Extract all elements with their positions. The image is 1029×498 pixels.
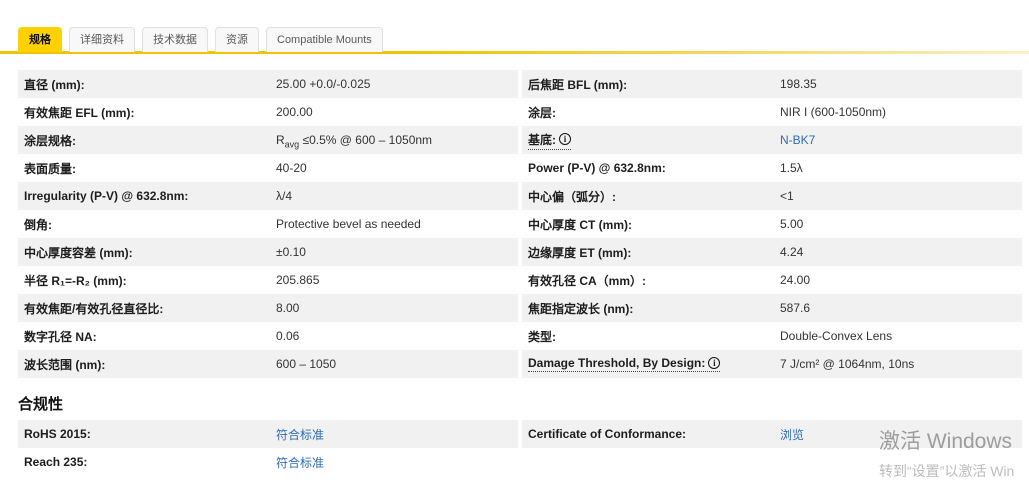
spec-label: RoHS 2015: [24, 427, 91, 441]
spec-value: Ravg ≤0.5% @ 600 – 1050nm [276, 133, 433, 150]
spec-value: N-BK7 [780, 133, 815, 147]
spec-row-centration: 中心偏（弧分）: <1 [522, 182, 1022, 210]
spec-label: 焦距指定波长 (nm): [528, 301, 634, 316]
spec-row-surface-quality: 表面质量: 40-20 [18, 154, 518, 182]
spec-label: 基底: [522, 131, 780, 150]
spec-row-coating: 涂层: NIR I (600-1050nm) [522, 98, 1022, 126]
spec-row-coating-spec: 涂层规格: Ravg ≤0.5% @ 600 – 1050nm [18, 126, 518, 154]
spec-value: Protective bevel as needed [276, 217, 421, 231]
spec-value: 587.6 [780, 301, 811, 315]
compliance-row-reach: Reach 235: 符合标准 [18, 448, 518, 476]
spec-row-design-wavelength: 焦距指定波长 (nm): 587.6 [522, 294, 1022, 322]
spec-row-ct-tolerance: 中心厚度容差 (mm): ±0.10 [18, 238, 518, 266]
compliance-column-left: RoHS 2015: 符合标准 Reach 235: 符合标准 [18, 420, 518, 476]
spec-label: 波长范围 (nm): [24, 357, 106, 372]
spec-label: 涂层规格: [24, 133, 76, 148]
compliance-row-coc: Certificate of Conformance: 浏览 [522, 420, 1022, 448]
spec-value: 1.5λ [780, 161, 803, 175]
spec-row-na: 数字孔径 NA: 0.06 [18, 322, 518, 350]
spec-label: Irregularity (P-V) @ 632.8nm: [24, 189, 189, 203]
spec-table: 直径 (mm): 25.00 +0.0/-0.025 有效焦距 EFL (mm)… [18, 70, 1022, 378]
spec-value: 8.00 [276, 301, 300, 315]
rohs-compliant-link[interactable]: 符合标准 [276, 428, 324, 442]
spec-label: 数字孔径 NA: [24, 329, 97, 344]
spec-column-left: 直径 (mm): 25.00 +0.0/-0.025 有效焦距 EFL (mm)… [18, 70, 518, 378]
spec-value: 600 – 1050 [276, 357, 337, 371]
compliance-section-title: 合规性 [18, 396, 64, 413]
spec-value: 5.00 [780, 217, 804, 231]
spec-value: 200.00 [276, 105, 313, 119]
spec-value: NIR I (600-1050nm) [780, 105, 887, 119]
spec-row-wavelength-range: 波长范围 (nm): 600 – 1050 [18, 350, 518, 378]
spec-row-irregularity: Irregularity (P-V) @ 632.8nm: λ/4 [18, 182, 518, 210]
spec-value: 7 J/cm² @ 1064nm, 10ns [780, 357, 915, 371]
spec-value: <1 [780, 189, 794, 203]
spec-row-substrate: 基底: N-BK7 [522, 126, 1022, 154]
spec-label: 有效焦距 EFL (mm): [24, 105, 135, 120]
spec-label: Damage Threshold, By Design: [522, 356, 780, 372]
spec-row-bevel: 倒角: Protective bevel as needed [18, 210, 518, 238]
spec-label: 后焦距 BFL (mm): [528, 77, 628, 92]
spec-label: 倒角: [24, 217, 52, 232]
spec-row-ct: 中心厚度 CT (mm): 5.00 [522, 210, 1022, 238]
spec-label: 中心厚度 CT (mm): [528, 217, 632, 232]
coc-view-link[interactable]: 浏览 [780, 428, 804, 442]
spec-value: 0.06 [276, 329, 300, 343]
spec-value: 浏览 [780, 426, 804, 443]
compliance-row-rohs: RoHS 2015: 符合标准 [18, 420, 518, 448]
tab-details[interactable]: 详细资料 [69, 27, 135, 52]
substrate-link[interactable]: N-BK7 [780, 133, 815, 147]
spec-value: 205.865 [276, 273, 320, 287]
spec-label: Power (P-V) @ 632.8nm: [528, 161, 666, 175]
spec-value: ±0.10 [276, 245, 306, 259]
spec-row-type: 类型: Double-Convex Lens [522, 322, 1022, 350]
spec-value: 24.00 [780, 273, 811, 287]
spec-label: 涂层: [528, 105, 556, 120]
spec-label: 半径 R₁=-R₂ (mm): [24, 273, 127, 288]
compliance-column-right: Certificate of Conformance: 浏览 [522, 420, 1022, 476]
spec-value: 40-20 [276, 161, 307, 175]
spec-label: Reach 235: [24, 455, 88, 469]
spec-label-text: 基底: [528, 132, 556, 147]
spec-label: 中心偏（弧分）: [528, 189, 616, 204]
spec-row-fnumber: 有效焦距/有效孔径直径比: 8.00 [18, 294, 518, 322]
spec-label: 有效孔径 CA（mm）: [528, 273, 647, 288]
reach-compliant-link[interactable]: 符合标准 [276, 456, 324, 470]
spec-label: 边缘厚度 ET (mm): [528, 245, 632, 260]
compliance-table: RoHS 2015: 符合标准 Reach 235: 符合标准 Certific… [18, 420, 1022, 476]
spec-value: 4.24 [780, 245, 804, 259]
spec-label: 直径 (mm): [24, 77, 85, 92]
spec-label-text: Damage Threshold, By Design: [528, 356, 706, 370]
tab-bar: 规格 详细资料 技术数据 资源 Compatible Mounts [18, 27, 383, 52]
spec-row-damage-threshold: Damage Threshold, By Design: 7 J/cm² @ 1… [522, 350, 1022, 378]
spec-column-right: 后焦距 BFL (mm): 198.35 涂层: NIR I (600-1050… [522, 70, 1022, 378]
spec-value: 25.00 +0.0/-0.025 [276, 77, 371, 91]
spec-value: Double-Convex Lens [780, 329, 893, 343]
spec-row-efl: 有效焦距 EFL (mm): 200.00 [18, 98, 518, 126]
spec-label: 中心厚度容差 (mm): [24, 245, 133, 260]
info-icon[interactable] [559, 133, 571, 145]
spec-value: 198.35 [780, 77, 817, 91]
spec-row-et: 边缘厚度 ET (mm): 4.24 [522, 238, 1022, 266]
tab-resources[interactable]: 资源 [215, 27, 259, 52]
spec-label: 表面质量: [24, 161, 76, 176]
tab-technical-data[interactable]: 技术数据 [142, 27, 208, 52]
spec-row-bfl: 后焦距 BFL (mm): 198.35 [522, 70, 1022, 98]
spec-label: Certificate of Conformance: [528, 427, 687, 441]
spec-row-radius: 半径 R₁=-R₂ (mm): 205.865 [18, 266, 518, 294]
spec-label: 有效焦距/有效孔径直径比: [24, 301, 164, 316]
spec-value: 符合标准 [276, 454, 324, 471]
info-icon[interactable] [708, 357, 721, 369]
tab-compatible-mounts[interactable]: Compatible Mounts [266, 27, 383, 52]
tab-specs[interactable]: 规格 [18, 27, 62, 52]
spec-row-ca: 有效孔径 CA（mm）: 24.00 [522, 266, 1022, 294]
spec-value: 符合标准 [276, 426, 324, 443]
spec-row-diameter: 直径 (mm): 25.00 +0.0/-0.025 [18, 70, 518, 98]
spec-value: λ/4 [276, 189, 293, 203]
spec-label: 类型: [528, 329, 556, 344]
spec-row-power: Power (P-V) @ 632.8nm: 1.5λ [522, 154, 1022, 182]
